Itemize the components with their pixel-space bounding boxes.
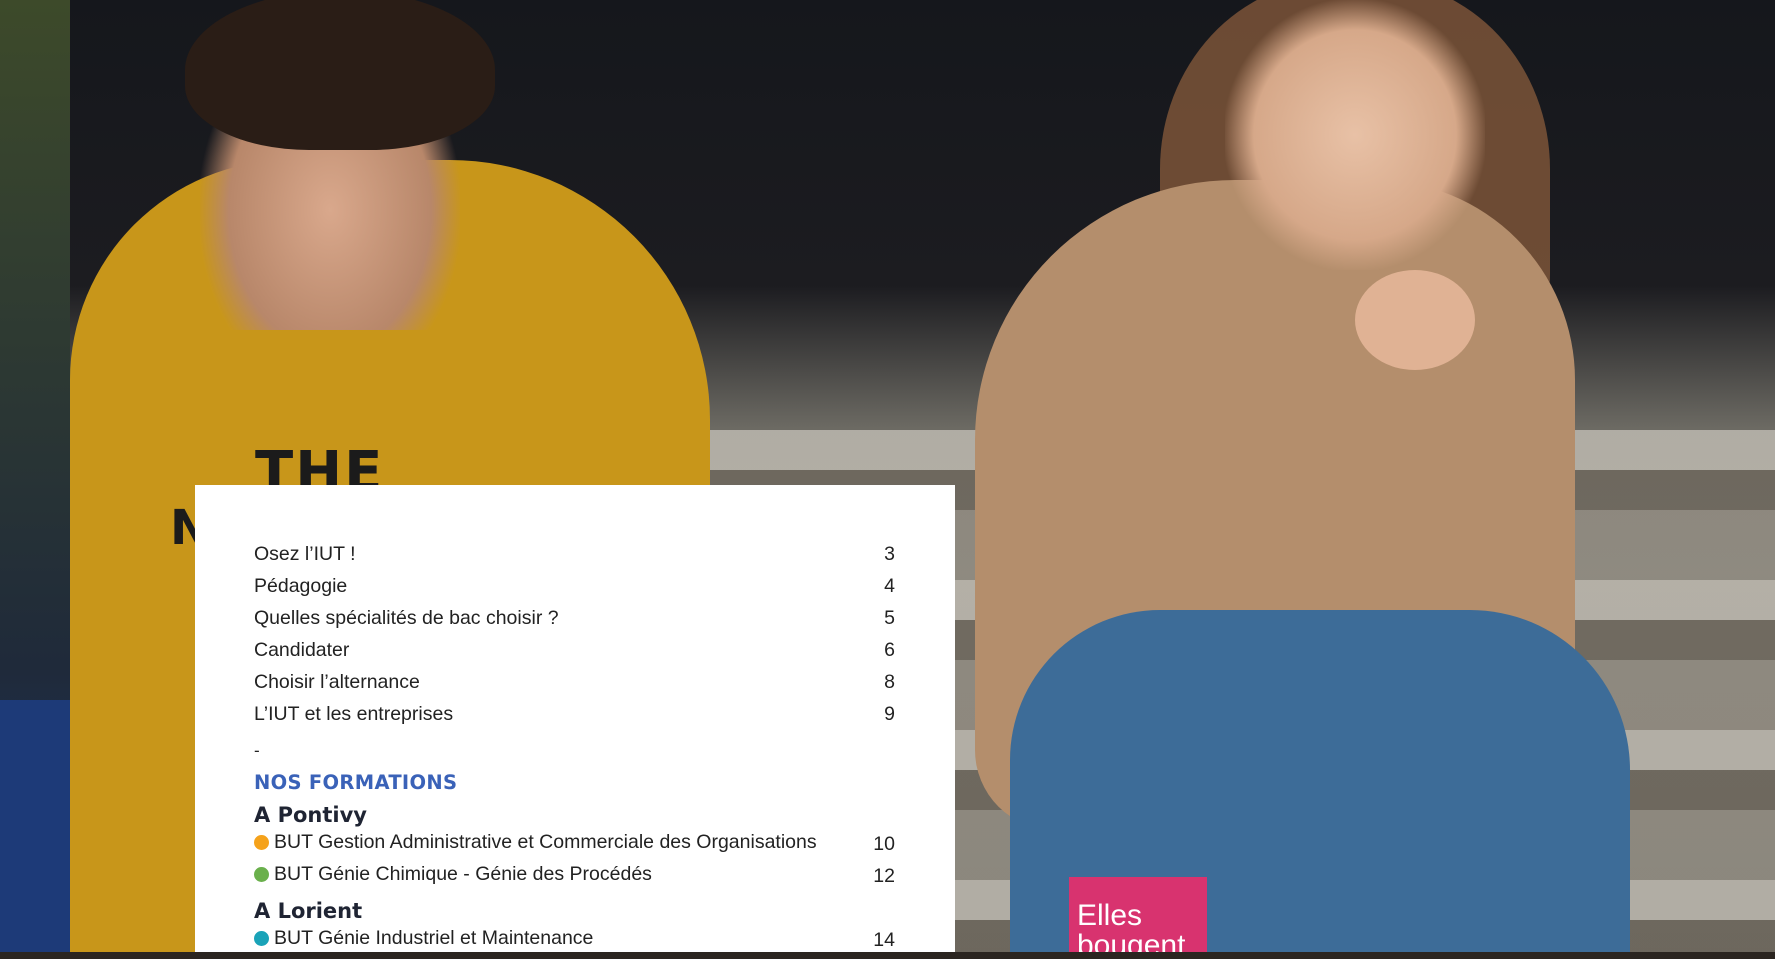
- program-page: 14: [873, 929, 895, 951]
- campus-heading: A Lorient: [254, 899, 363, 923]
- program-entry[interactable]: BUT Gestion Administrative et Commercial…: [254, 831, 895, 863]
- toc-entry-label: Choisir l’alternance: [254, 671, 420, 693]
- toc-entry-page: 4: [884, 575, 895, 597]
- girl-hand: [1355, 270, 1475, 370]
- toc-entry[interactable]: Quelles spécialités de bac choisir ? 5: [254, 607, 895, 639]
- program-label-wrap: BUT Génie Chimique - Génie des Procédés: [254, 863, 652, 886]
- toc-entry[interactable]: Osez l’IUT ! 3: [254, 543, 895, 575]
- blue-edge: [0, 700, 70, 952]
- toc-entry[interactable]: Pédagogie 4: [254, 575, 895, 607]
- toc-entry-page: 6: [884, 639, 895, 661]
- green-dot-icon: [254, 867, 269, 882]
- girl-face: [1225, 0, 1485, 270]
- badge-line-2: bougent: [1077, 929, 1186, 953]
- toc-entry-page: 5: [884, 607, 895, 629]
- toc-entry-page: 3: [884, 543, 895, 565]
- table-of-contents: Osez l’IUT ! 3 Pédagogie 4 Quelles spéci…: [195, 485, 955, 952]
- program-label: BUT Génie Industriel et Maintenance: [274, 927, 594, 949]
- teal-dot-icon: [254, 931, 269, 946]
- program-entry[interactable]: BUT Génie Industriel et Maintenance 14: [254, 927, 895, 959]
- orange-dot-icon: [254, 835, 269, 850]
- toc-entry-label: Osez l’IUT !: [254, 543, 356, 565]
- program-entry[interactable]: BUT Génie Chimique - Génie des Procédés …: [254, 863, 895, 895]
- toc-entry-page: 9: [884, 703, 895, 725]
- toc-entry[interactable]: L’IUT et les entreprises 9: [254, 703, 895, 735]
- badge-line-1: Elles: [1077, 899, 1143, 932]
- program-label-wrap: BUT Génie Industriel et Maintenance: [254, 927, 593, 950]
- toc-separator: -: [254, 741, 260, 760]
- program-label: BUT Génie Chimique - Génie des Procédés: [274, 863, 652, 885]
- program-page: 10: [873, 833, 895, 855]
- toc-entry-label: Quelles spécialités de bac choisir ?: [254, 607, 559, 629]
- toc-entry[interactable]: Choisir l’alternance 8: [254, 671, 895, 703]
- section-heading: NOS FORMATIONS: [254, 771, 458, 794]
- campus-heading: A Pontivy: [254, 803, 367, 827]
- toc-entry-page: 8: [884, 671, 895, 693]
- program-label: BUT Gestion Administrative et Commercial…: [274, 831, 817, 853]
- boy-hair: [185, 0, 495, 150]
- toc-entry-label: Pédagogie: [254, 575, 348, 597]
- toc-entry[interactable]: Candidater 6: [254, 639, 895, 671]
- toc-entry-label: Candidater: [254, 639, 350, 661]
- toc-entry-label: L’IUT et les entreprises: [254, 703, 454, 725]
- program-label-wrap: BUT Gestion Administrative et Commercial…: [254, 831, 817, 854]
- elles-bougent-badge: Elles bougent: [1069, 877, 1207, 952]
- program-page: 12: [873, 865, 895, 887]
